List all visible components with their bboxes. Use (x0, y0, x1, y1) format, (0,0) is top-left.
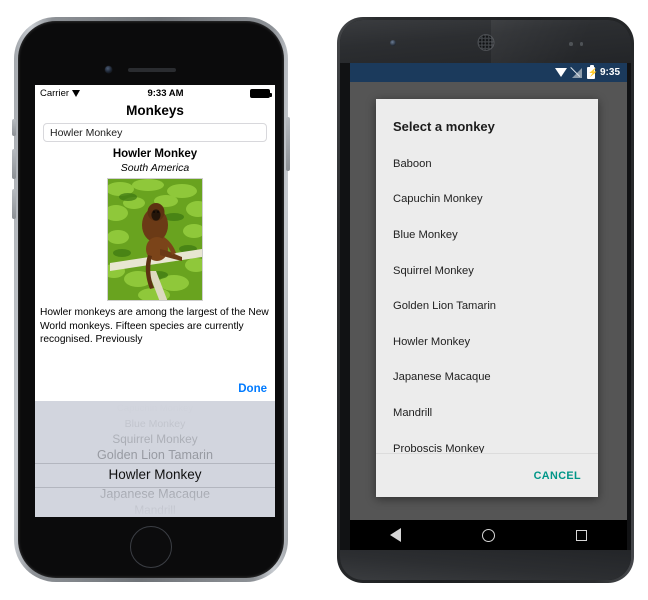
ios-clock: 9:33 AM (147, 88, 184, 99)
battery-full-icon (250, 89, 272, 98)
dialog-list-item[interactable]: Baboon (376, 146, 598, 182)
volume-down-button[interactable] (12, 189, 16, 219)
picker-row[interactable]: Howler Monkey (35, 463, 275, 487)
dialog-list-item[interactable]: Mandrill (376, 395, 598, 431)
wifi-icon (554, 68, 567, 77)
earpiece-speaker-icon (128, 68, 176, 72)
front-camera-icon (105, 66, 112, 73)
monkey-text-field-value: Howler Monkey (50, 126, 123, 139)
power-button[interactable] (286, 117, 290, 171)
iphone-device-frame: Carrier 9:33 AM Monkeys Howler Monkey Ho… (12, 17, 290, 582)
comparison-stage: Carrier 9:33 AM Monkeys Howler Monkey Ho… (0, 0, 648, 600)
detail-description: Howler monkeys are among the largest of … (40, 307, 269, 345)
dialog-title: Select a monkey (393, 119, 495, 134)
dialog-list-item[interactable]: Japanese Macaque (376, 360, 598, 396)
dialog-list-item[interactable]: Capuchin Monkey (376, 182, 598, 218)
proximity-sensor-icon (569, 42, 583, 46)
picker-row[interactable]: Mandrill (35, 503, 275, 518)
monkey-picker-wheel[interactable]: Capuchin Monkey Blue Monkey Squirrel Monke… (35, 401, 275, 517)
dialog-list-item[interactable]: Howler Monkey (376, 324, 598, 360)
detail-name: Howler Monkey (112, 148, 198, 160)
picker-row[interactable]: Golden Lion Tamarin (35, 448, 275, 464)
page-title: Monkeys (126, 103, 184, 118)
monkey-photo-graphic (108, 179, 202, 300)
carrier-label: Carrier (40, 88, 70, 99)
android-top-bezel (340, 20, 631, 63)
done-button[interactable]: Done (238, 383, 267, 395)
picker-row[interactable]: Squirrel Monkey (35, 432, 275, 448)
picker-row[interactable]: Japanese Macaque (35, 487, 275, 503)
signal-off-icon (571, 67, 582, 78)
android-bezel: 9:35 Select a monkey BaboonCapuchin Monk… (340, 20, 631, 580)
carrier-group: Carrier (40, 88, 81, 99)
earpiece-speaker-icon (477, 34, 494, 51)
wifi-icon (72, 90, 81, 97)
ios-status-bar: Carrier 9:33 AM (35, 85, 275, 102)
volume-up-button[interactable] (12, 149, 16, 179)
dialog-list-item[interactable]: Blue Monkey (376, 217, 598, 253)
back-triangle-icon[interactable] (390, 528, 402, 542)
dialog-list-item[interactable]: Squirrel Monkey (376, 253, 598, 289)
front-camera-icon (390, 40, 396, 46)
dialog-actions: CANCEL (376, 453, 598, 497)
detail-location: South America (120, 162, 190, 174)
android-bottom-bezel (340, 550, 631, 580)
recents-square-icon[interactable] (575, 529, 587, 541)
monkey-text-field[interactable]: Howler Monkey (43, 123, 267, 142)
howler-monkey-photo (107, 178, 203, 301)
picker-row[interactable]: Blue Monkey (35, 417, 275, 433)
dialog-list-item[interactable]: Golden Lion Tamarin (376, 288, 598, 324)
android-status-bar: 9:35 (350, 63, 627, 82)
detail-panel: Howler Monkey South America Howler monke… (35, 148, 275, 347)
picker-toolbar: Done (35, 377, 275, 401)
dialog-list-item[interactable]: Proboscis Monkey (376, 431, 598, 453)
picker-row[interactable]: Capuchin Monkey (35, 401, 275, 417)
dialog-list[interactable]: Baboon Capuchin Monkey Blue Monkey Squirrel… (376, 146, 598, 453)
android-screen: 9:35 Select a monkey BaboonCapuchin Monk… (350, 63, 627, 520)
android-navigation-bar (350, 520, 627, 550)
home-circle-icon[interactable] (481, 528, 495, 542)
battery-charging-icon (586, 64, 595, 79)
android-device-frame: 9:35 Select a monkey BaboonCapuchin Monk… (337, 17, 634, 583)
monkey-select-dialog: Select a monkey Baboon Capuchin Monkey Blu… (376, 99, 598, 497)
picker-rows[interactable]: Capuchin Monkey Blue Monkey Squirrel Monke… (35, 401, 275, 517)
android-clock: 9:35 (599, 67, 620, 78)
iphone-screen: Carrier 9:33 AM Monkeys Howler Monkey Ho… (35, 85, 275, 517)
cancel-button[interactable]: CANCEL (534, 470, 581, 482)
home-button[interactable] (130, 526, 172, 568)
iphone-bezel: Carrier 9:33 AM Monkeys Howler Monkey Ho… (12, 21, 290, 578)
mute-switch[interactable] (12, 119, 16, 136)
